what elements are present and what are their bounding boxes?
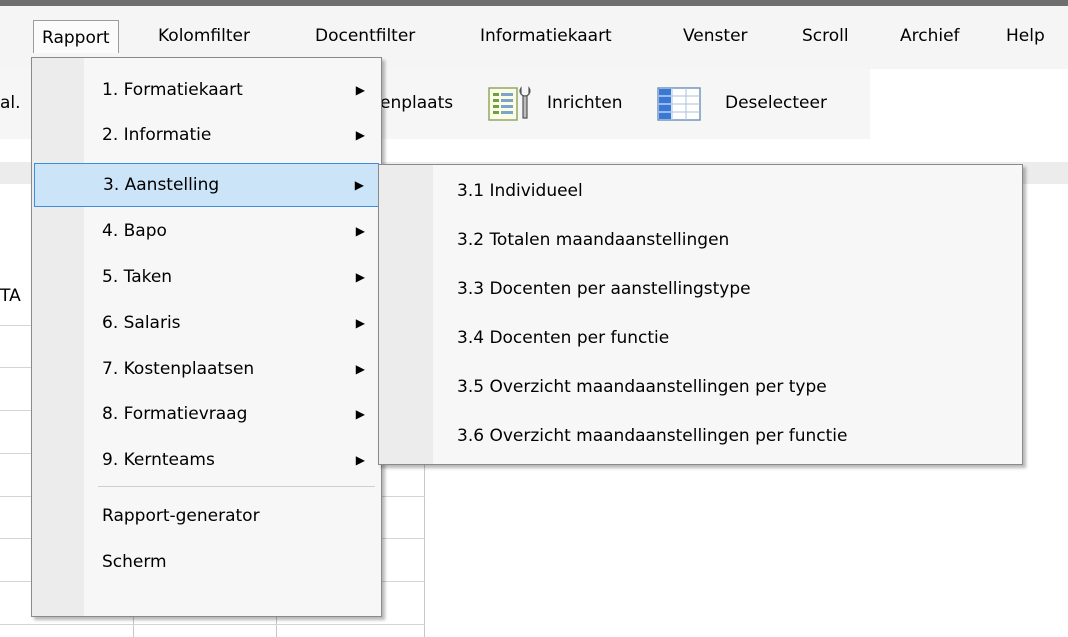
grid-deselect-icon[interactable] xyxy=(657,84,703,129)
kostenplaats-button-label[interactable]: enplaats xyxy=(380,93,453,113)
deselecteer-button[interactable]: Deselecteer xyxy=(725,93,827,113)
submenu-arrow-icon: ▶ xyxy=(355,83,365,97)
menu-item-kostenplaatsen[interactable]: 7. Kostenplaatsen ▶ xyxy=(32,347,381,391)
submenu-item-overzicht-per-type[interactable]: 3.5 Overzicht maandaanstellingen per typ… xyxy=(379,365,1022,409)
menu-scroll[interactable]: Scroll xyxy=(794,19,857,53)
submenu-item-totalen-maandaanstellingen[interactable]: 3.2 Totalen maandaanstellingen xyxy=(379,218,1022,262)
menu-item-label: 5. Taken xyxy=(102,267,173,287)
submenu-arrow-icon: ▶ xyxy=(355,224,365,238)
submenu-arrow-icon: ▶ xyxy=(355,128,365,142)
submenu-arrow-icon: ▶ xyxy=(355,407,365,421)
menu-help[interactable]: Help xyxy=(998,19,1053,53)
menu-item-formatievraag[interactable]: 8. Formatievraag ▶ xyxy=(32,392,381,436)
submenu-item-label: 3.3 Docenten per aanstellingstype xyxy=(457,279,751,299)
menu-item-label: 2. Informatie xyxy=(102,125,212,145)
wrench-list-icon[interactable] xyxy=(488,84,532,129)
submenu-arrow-icon: ▶ xyxy=(354,178,364,192)
submenu-arrow-icon: ▶ xyxy=(355,316,365,330)
menu-item-formatiekaart[interactable]: 1. Formatiekaart ▶ xyxy=(32,68,381,112)
menu-docentfilter[interactable]: Docentfilter xyxy=(307,19,423,53)
menu-item-scherm[interactable]: Scherm xyxy=(32,540,381,584)
inrichten-button[interactable]: Inrichten xyxy=(547,93,623,113)
menu-item-taken[interactable]: 5. Taken ▶ xyxy=(32,255,381,299)
menu-item-label: 6. Salaris xyxy=(102,313,181,333)
menu-item-salaris[interactable]: 6. Salaris ▶ xyxy=(32,301,381,345)
submenu-item-docenten-per-aanstellingstype[interactable]: 3.3 Docenten per aanstellingstype xyxy=(379,267,1022,311)
submenu-item-label: 3.5 Overzicht maandaanstellingen per typ… xyxy=(457,377,827,397)
submenu-item-label: 3.1 Individueel xyxy=(457,181,583,201)
menu-item-informatie[interactable]: 2. Informatie ▶ xyxy=(32,113,381,157)
menu-separator xyxy=(98,486,375,487)
menu-item-label: Rapport-generator xyxy=(102,506,260,526)
aanstelling-submenu: 3.1 Individueel 3.2 Totalen maandaanstel… xyxy=(378,164,1023,465)
menu-item-label: Scherm xyxy=(102,552,167,572)
submenu-item-individueel[interactable]: 3.1 Individueel xyxy=(379,169,1022,213)
menu-archief[interactable]: Archief xyxy=(892,19,968,53)
submenu-item-docenten-per-functie[interactable]: 3.4 Docenten per functie xyxy=(379,316,1022,360)
submenu-item-label: 3.2 Totalen maandaanstellingen xyxy=(457,230,730,250)
submenu-item-overzicht-per-functie[interactable]: 3.6 Overzicht maandaanstellingen per fun… xyxy=(379,414,1022,458)
submenu-arrow-icon: ▶ xyxy=(355,270,365,284)
submenu-item-label: 3.4 Docenten per functie xyxy=(457,328,670,348)
menu-kolomfilter[interactable]: Kolomfilter xyxy=(150,19,258,53)
grid-column-header-partial: TA xyxy=(0,286,21,306)
menu-item-label: 1. Formatiekaart xyxy=(102,80,243,100)
menu-item-label: 4. Bapo xyxy=(102,221,167,241)
submenu-arrow-icon: ▶ xyxy=(355,453,365,467)
menu-item-aanstelling[interactable]: 3. Aanstelling ▶ xyxy=(34,163,379,207)
menu-rapport[interactable]: Rapport xyxy=(33,20,119,53)
menu-item-label: 9. Kernteams xyxy=(102,450,215,470)
toolbar-partial-button[interactable]: al. xyxy=(0,93,21,113)
menu-item-bapo[interactable]: 4. Bapo ▶ xyxy=(32,209,381,253)
menu-venster[interactable]: Venster xyxy=(675,19,756,53)
submenu-item-label: 3.6 Overzicht maandaanstellingen per fun… xyxy=(457,426,848,446)
menu-item-rapport-generator[interactable]: Rapport-generator xyxy=(32,494,381,538)
menu-item-label: 3. Aanstelling xyxy=(103,175,220,195)
menu-informatiekaart[interactable]: Informatiekaart xyxy=(472,19,620,53)
menu-item-label: 7. Kostenplaatsen xyxy=(102,359,255,379)
grid-row-line xyxy=(0,624,425,625)
menu-item-kernteams[interactable]: 9. Kernteams ▶ xyxy=(32,438,381,482)
submenu-arrow-icon: ▶ xyxy=(355,362,365,376)
rapport-dropdown-menu: 1. Formatiekaart ▶ 2. Informatie ▶ 3. Aa… xyxy=(31,57,382,617)
menu-item-label: 8. Formatievraag xyxy=(102,404,248,424)
